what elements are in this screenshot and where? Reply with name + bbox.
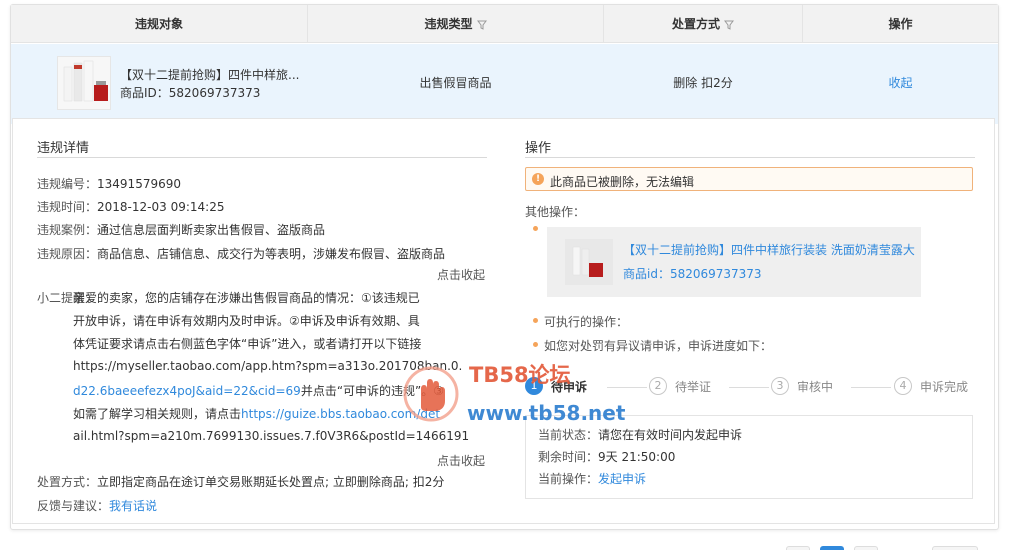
bullet-icon (533, 318, 538, 323)
details-title: 违规详情 (37, 141, 90, 156)
feedback: 反馈与建议：我有话说 (37, 499, 158, 513)
notice-box: ! 此商品已被删除，无法编辑 (525, 167, 973, 191)
step-pending-appeal: 1 待申诉 (525, 375, 615, 397)
pager-button[interactable] (786, 546, 810, 550)
disposal-method: 删除 扣2分 (673, 76, 733, 90)
pager-button[interactable] (932, 546, 978, 550)
header-type[interactable]: 违规类型 (308, 5, 603, 43)
header-action: 操作 (888, 17, 913, 31)
filter-icon[interactable] (724, 20, 734, 30)
product-card[interactable]: 【双十二提前抢购】四件中样旅行装装 洗面奶清莹露大 商品id：582069737… (547, 227, 921, 297)
pager-button[interactable] (854, 546, 878, 550)
appeal-status-box: 当前状态：请您在有效时间内发起申诉 剩余时间：9天 21:50:00 当前操作：… (525, 415, 973, 499)
pager-button[interactable] (820, 546, 844, 550)
violation-type: 出售假冒商品 (419, 76, 492, 90)
tip-line: 体凭证要求请点击右侧蓝色字体“申诉”进入，或者请打开以下链接 (73, 337, 422, 351)
current-status: 当前状态：请您在有效时间内发起申诉 (538, 428, 743, 442)
violation-reason: 违规原因：商品信息、店铺信息、成交行为等表明，涉嫌发布假冒、盗版商品 (37, 247, 446, 261)
table-header: 违规对象 违规类型 处置方式 操作 (11, 5, 998, 43)
violation-number: 违规编号：13491579690 (37, 177, 181, 191)
step-pending-evidence: 2 待举证 (649, 375, 739, 397)
violation-time: 违规时间：2018-12-03 09:14:25 (37, 200, 225, 214)
table-row: 【双十二提前抢购】四件中样旅... 商品ID：582069737373 出售假冒… (11, 44, 998, 124)
seller-link[interactable]: d22.6baeeefezx4poJ&aid=22&cid=69 (73, 384, 301, 398)
header-target: 违规对象 (134, 17, 183, 31)
info-icon: ! (532, 173, 544, 185)
feedback-link[interactable]: 我有话说 (109, 499, 157, 513)
appeal-progress: 1 待申诉 2 待举证 3 审核中 4 申诉完成 (525, 375, 977, 399)
product-id: 商品ID：582069737373 (120, 86, 261, 100)
tip-line: 开放申诉，请在申诉有效期内及时申诉。②申诉及申诉有效期、具 (73, 314, 420, 328)
bullet-icon (533, 342, 538, 347)
product-thumbnail[interactable] (57, 56, 111, 110)
product-card-title[interactable]: 【双十二提前抢购】四件中样旅行装装 洗面奶清莹露大 (623, 241, 915, 258)
product-title[interactable]: 【双十二提前抢购】四件中样旅... (120, 66, 299, 83)
violation-case: 违规案例：通过信息层面判断卖家出售假冒、盗版商品 (37, 223, 326, 237)
step-complete: 4 申诉完成 (894, 375, 984, 397)
header-method[interactable]: 处置方式 (604, 5, 802, 43)
disposal-detail: 处置方式：立即指定商品在途订单交易账期延长处置点; 立即删除商品; 扣2分 (37, 475, 445, 489)
detail-panel: 违规详情 违规编号：13491579690 违规时间：2018-12-03 09… (12, 118, 995, 524)
rules-link[interactable]: ail.html?spm=a210m.7699130.issues.7.f0V3… (73, 429, 469, 443)
bullet-icon (533, 226, 538, 231)
start-appeal-link[interactable]: 发起申诉 (598, 472, 646, 486)
seller-link[interactable]: https://myseller.taobao.com/app.htm?spm=… (73, 359, 462, 373)
current-operation: 当前操作：发起申诉 (538, 472, 647, 486)
collapse-link[interactable]: 收起 (803, 74, 998, 91)
filter-icon[interactable] (476, 20, 487, 30)
product-card-image (565, 239, 613, 285)
collapse-link-1[interactable]: 点击收起 (437, 266, 485, 283)
operations-title: 操作 (525, 141, 552, 156)
rules-link[interactable]: https://guize.bbs.taobao.com/det (241, 407, 440, 421)
step-reviewing: 3 审核中 (771, 375, 861, 397)
tip-line: 亲爱的卖家，您的店铺存在涉嫌出售假冒商品的情况：①该违规已 (73, 291, 420, 305)
remaining-time: 剩余时间：9天 21:50:00 (538, 450, 676, 464)
other-ops-label: 其他操作： (525, 205, 586, 219)
appeal-hint: 如您对处罚有异议请申诉，申诉进度如下： (544, 339, 773, 353)
executable-label: 可执行的操作： (544, 315, 629, 329)
product-card-id: 商品id：582069737373 (623, 267, 762, 281)
collapse-link-2[interactable]: 点击收起 (437, 452, 485, 469)
tip-line: 如需了解学习相关规则，请点击https://guize.bbs.taobao.c… (73, 407, 441, 421)
tip-line: d22.6baeeefezx4poJ&aid=22&cid=69并点击“可申诉的… (73, 384, 445, 398)
